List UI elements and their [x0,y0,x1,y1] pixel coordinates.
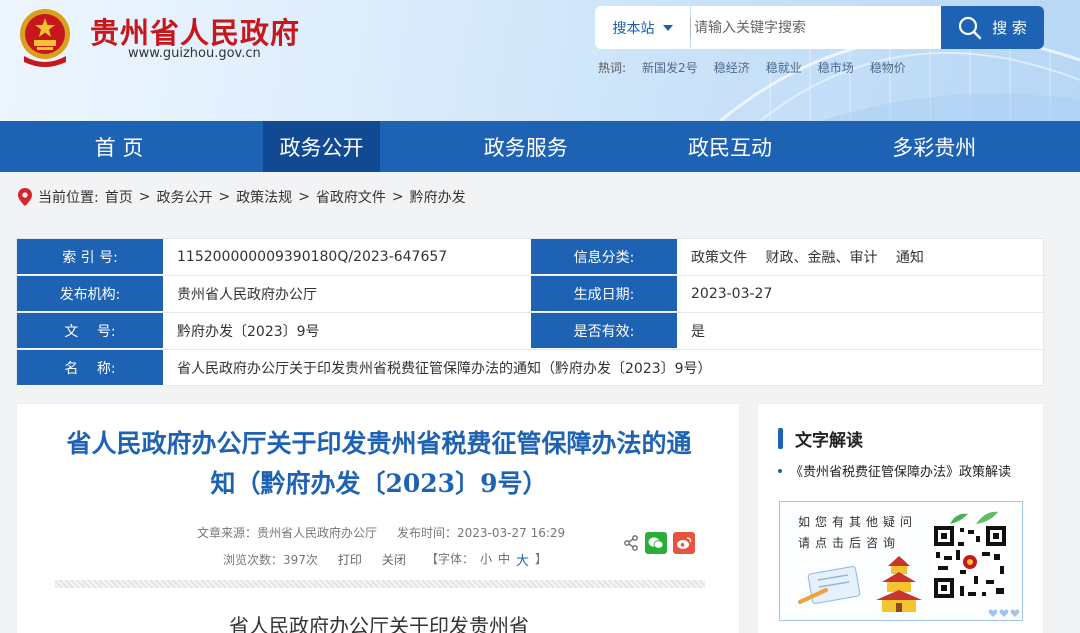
publisher-value: 贵州省人民政府办公厅 [177,287,317,303]
article-title-line: 知（黔府办发〔2023〕9号） [210,469,548,498]
site-header: 贵州省人民政府 www.guizhou.gov.cn 搜本站 搜 索 热词: 新… [0,0,1080,121]
breadcrumb-item[interactable]: 首页 [105,187,133,207]
pagoda-icon [876,556,922,612]
font-medium-button[interactable]: 中 [498,550,510,569]
info-row: 名 称: 省人民政府办公厅关于印发贵州省税费征管保障办法的通知（黔府办发〔202… [17,350,1045,387]
leaf-decoration-icon [950,511,998,524]
breadcrumb-item[interactable]: 政务公开 [156,187,212,207]
breadcrumb-item[interactable]: 政策法规 [236,187,292,207]
hotwords-label: 热词: [598,61,627,75]
font-size-label: 【字体： [425,552,474,566]
article-tools: 浏览次数：397次 打印 关闭 【字体： 小 中 大 】 [223,550,547,569]
breadcrumb-separator: > [218,189,231,205]
panel-title: 文字解读 [795,431,863,451]
nav-item-home[interactable]: 首 页 [0,121,238,172]
valid-value: 是 [691,324,705,340]
consult-banner[interactable]: 如您有其他疑问请点击后咨询 [779,501,1023,621]
date-value: 2023-03-27 [691,286,773,302]
panel-heading: 文字解读 [778,426,863,451]
info-row: 文 号: 黔府办发〔2023〕9号 是否有效: 是 [17,313,1045,350]
font-small-button[interactable]: 小 [480,550,492,569]
hotword-link[interactable]: 稳就业 [766,59,802,76]
font-size-control: 【字体： 小 中 大 】 [426,550,547,569]
date-label: 生成日期: [531,276,677,312]
category-label: 信息分类: [531,239,677,275]
hotword-link[interactable]: 稳经济 [714,59,750,76]
docno-value: 黔府办发〔2023〕9号 [177,324,320,340]
interpretation-link[interactable]: 《贵州省税费征管保障办法》政策解读 [778,461,1011,480]
document-heading: 省人民政府办公厅关于印发贵州省 [229,614,529,633]
hearts-decoration-icon [988,609,1020,617]
share-icon[interactable] [623,535,639,551]
divider [55,580,705,588]
article-views: 浏览次数：397次 [223,553,318,567]
wechat-share-icon[interactable] [645,532,667,554]
name-label: 名 称: [17,350,163,386]
document-info-table: 索 引 号: 115200000009390180Q/2023-647657 信… [16,238,1045,387]
interpretation-panel: 文字解读 《贵州省税费征管保障办法》政策解读 如您有其他疑问请点击后咨询 [757,403,1044,633]
font-large-button[interactable]: 大 [516,550,529,569]
breadcrumb-separator: > [391,189,404,205]
interpretation-link-label: 《贵州省税费征管保障办法》政策解读 [790,465,1012,480]
breadcrumb-separator: > [298,189,310,205]
weibo-share-icon[interactable] [673,532,695,554]
search-scope-select[interactable]: 搜本站 [595,6,690,49]
docno-label: 文 号: [17,313,163,349]
close-button[interactable]: 关闭 [382,551,406,568]
location-pin-icon [18,188,32,206]
breadcrumb-label: 当前位置: [38,190,99,206]
search-button[interactable]: 搜 索 [941,6,1044,49]
index-label: 索 引 号: [17,239,163,275]
article-card: 省人民政府办公厅关于印发贵州省税费征管保障办法的通 知（黔府办发〔2023〕9号… [16,403,740,633]
nav-item-interaction[interactable]: 政民互动 [671,121,788,172]
share-bar [623,532,695,554]
info-row: 发布机构: 贵州省人民政府办公厅 生成日期: 2023-03-27 [17,276,1045,313]
breadcrumb: 当前位置: 首页 > 政务公开 > 政策法规 > 省政府文件 > 黔府办发 [18,185,466,209]
search-input[interactable] [691,6,941,49]
qr-code-icon [930,522,1010,602]
search-bar: 搜本站 搜 索 [595,6,1044,49]
search-scope-label: 搜本站 [612,20,655,37]
article-title-line: 省人民政府办公厅关于印发贵州省税费征管保障办法的通 [66,429,692,458]
breadcrumb-separator: > [138,189,151,205]
consult-text: 如您有其他疑问请点击后咨询 [798,515,918,550]
publisher-label: 发布机构: [17,276,163,312]
search-button-label: 搜 索 [992,19,1027,37]
info-row: 索 引 号: 115200000009390180Q/2023-647657 信… [17,239,1045,276]
hotword-link[interactable]: 稳市场 [818,59,854,76]
nav-item-government-affairs[interactable]: 政务公开 [262,121,380,172]
valid-label: 是否有效: [531,313,677,349]
article-title: 省人民政府办公厅关于印发贵州省税费征管保障办法的通 知（黔府办发〔2023〕9号… [47,424,711,504]
article-publish-time: 发布时间：2023-03-27 16:29 [397,526,566,540]
main-nav: 首 页 政务公开 政务服务 政民互动 多彩贵州 [0,121,1080,172]
font-size-label-end: 】 [535,552,548,566]
category-value: 政策文件 财政、金融、审计 通知 [691,250,924,266]
nav-item-colorful-guizhou[interactable]: 多彩贵州 [788,121,1080,172]
chevron-down-icon [662,24,673,31]
hotword-link[interactable]: 稳物价 [870,59,906,76]
name-value: 省人民政府办公厅关于印发贵州省税费征管保障办法的通知（黔府办发〔2023〕9号） [177,361,712,377]
article-source: 文章来源：贵州省人民政府办公厅 [197,526,378,540]
article-meta: 文章来源：贵州省人民政府办公厅 发布时间：2023-03-27 16:29 [197,524,565,541]
site-url: www.guizhou.gov.cn [128,46,261,61]
document-illustration-icon [798,566,861,604]
print-button[interactable]: 打印 [338,551,362,568]
breadcrumb-item[interactable]: 黔府办发 [410,187,466,207]
nav-item-services[interactable]: 政务服务 [380,121,672,172]
national-emblem-logo [20,9,70,67]
hotword-link[interactable]: 新国发2号 [642,59,698,76]
heading-accent-bar [778,428,783,449]
hotwords: 热词: 新国发2号 稳经济 稳就业 稳市场 稳物价 [598,59,906,76]
search-icon [959,16,982,39]
breadcrumb-item[interactable]: 省政府文件 [316,187,386,207]
bullet-icon [778,468,782,473]
index-value: 115200000009390180Q/2023-647657 [177,249,448,265]
